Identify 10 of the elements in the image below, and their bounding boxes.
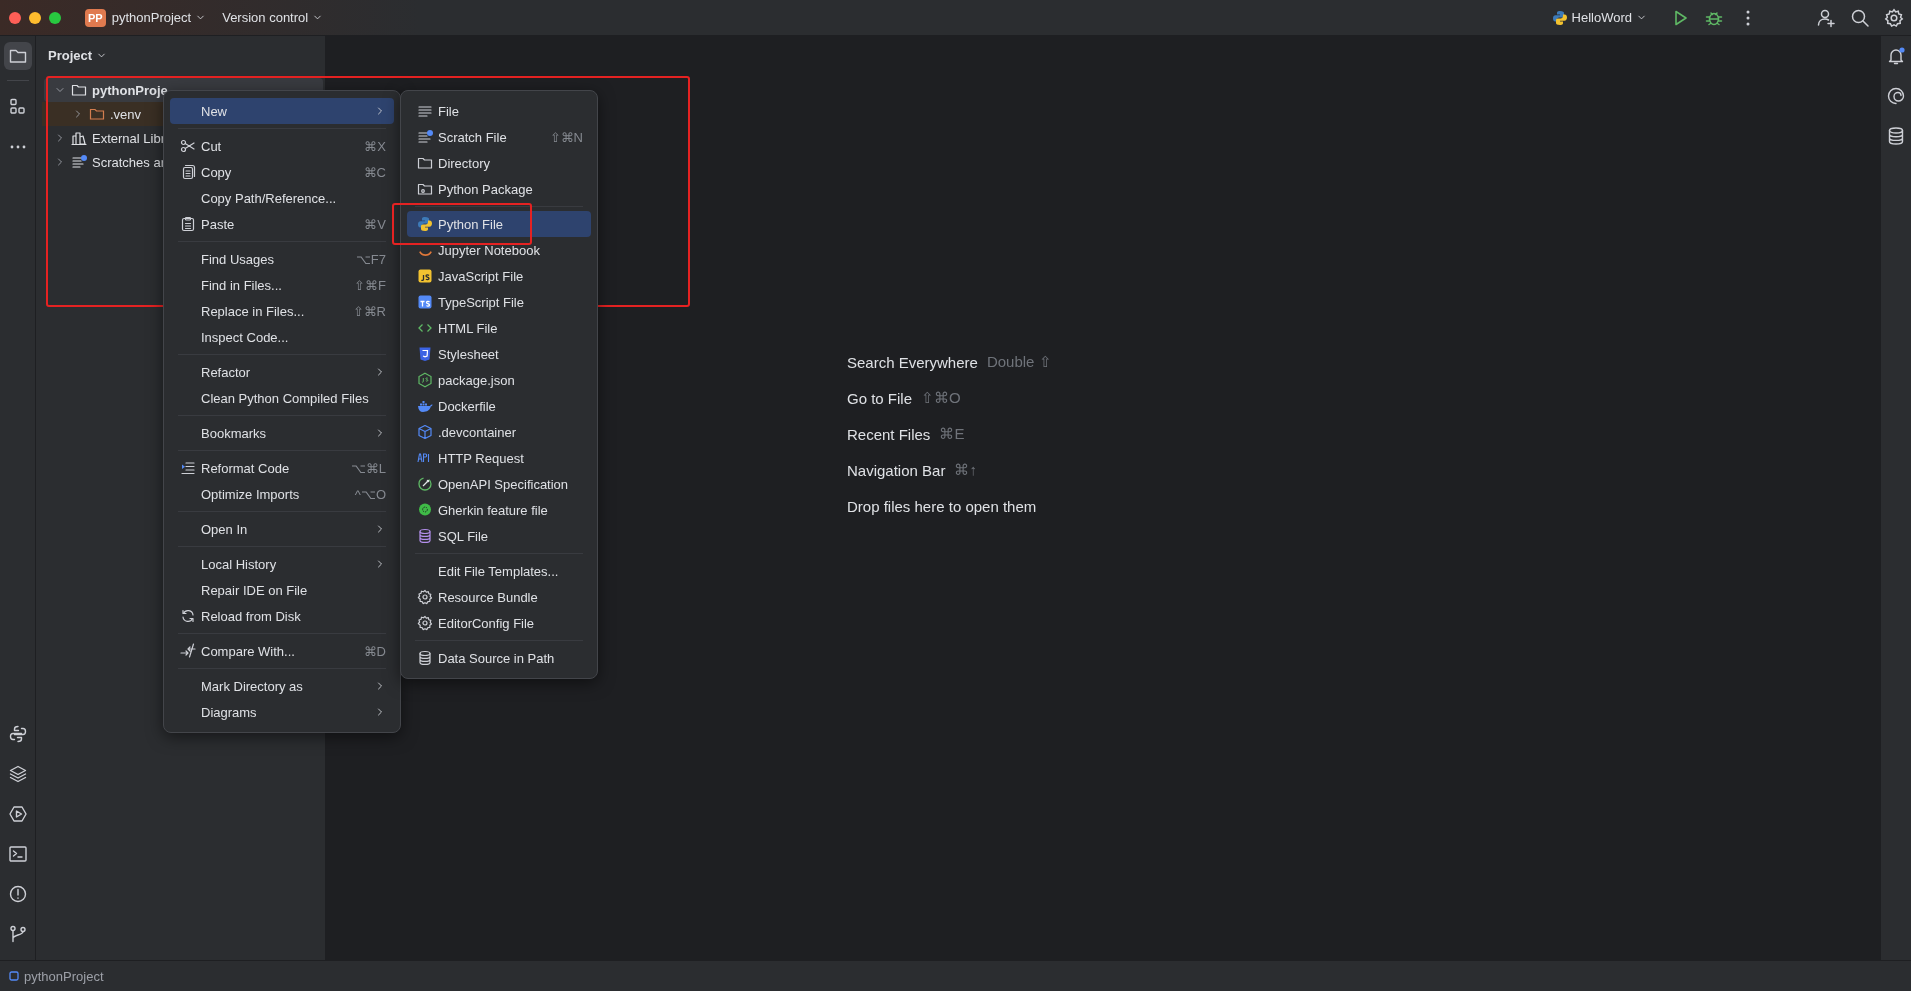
shortcut-text: ⌘↑ bbox=[954, 461, 977, 479]
shortcut-text: Double ⇧ bbox=[986, 353, 1052, 371]
hint-text: Drop files here to open them bbox=[847, 497, 1037, 515]
shortcut-text: ⇧⌘O bbox=[921, 389, 961, 407]
hint-text: Search Everywhere bbox=[847, 353, 978, 371]
hint-text: Navigation Bar bbox=[847, 461, 946, 479]
hint-text: Recent Files bbox=[847, 425, 931, 443]
shortcut-text: ⌘E bbox=[939, 425, 965, 443]
project-badge: PP bbox=[85, 8, 106, 27]
hint-text: Go to File bbox=[847, 389, 913, 407]
